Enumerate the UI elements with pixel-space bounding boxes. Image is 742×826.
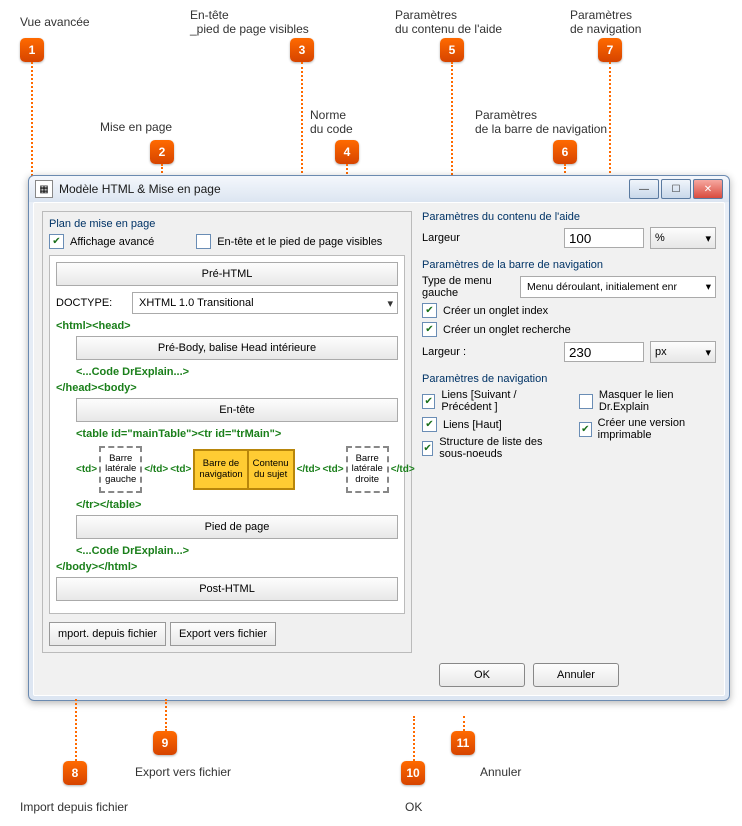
callout-badge-3: 3	[290, 38, 314, 62]
layout-preview: Pré-HTML DOCTYPE: XHTML 1.0 Transitional…	[49, 255, 405, 614]
callout-label: Paramètres du contenu de l'aide	[395, 8, 502, 36]
links-next-prev-label: Liens [Suivant / Précédent ]	[441, 389, 559, 413]
code-tag: </body></html>	[56, 561, 398, 573]
doctype-select[interactable]: XHTML 1.0 Transitional	[132, 292, 398, 314]
callout-badge-2: 2	[150, 140, 174, 164]
navbar-title: Paramètres de la barre de navigation	[422, 259, 716, 271]
table-layout-row: <td> Barre latérale gauche </td> <td> Ba…	[76, 446, 398, 493]
code-tag: <html><head>	[56, 320, 398, 332]
callout-badge-7: 7	[598, 38, 622, 62]
td-tag: </td>	[144, 464, 168, 475]
code-tag: <...Code DrExplain...>	[76, 545, 398, 557]
callout-label: Export vers fichier	[135, 765, 231, 779]
code-tag: </head><body>	[56, 382, 398, 394]
td-tag: <td>	[76, 464, 97, 475]
menu-type-select[interactable]: Menu déroulant, initialement enr	[520, 276, 716, 298]
hide-drexplain-label: Masquer le lien Dr.Explain	[599, 389, 716, 413]
help-width-unit[interactable]: %▾	[650, 227, 716, 249]
code-tag: <...Code DrExplain...>	[76, 366, 398, 378]
links-top-label: Liens [Haut]	[443, 419, 502, 431]
header-footer-label: En-tête et le pied de page visibles	[217, 236, 382, 248]
create-index-checkbox[interactable]: ✔	[422, 303, 437, 318]
create-search-label: Créer un onglet recherche	[443, 324, 571, 336]
hide-drexplain-checkbox[interactable]	[579, 394, 593, 409]
code-tag: <table id="mainTable"><tr id="trMain">	[76, 428, 398, 440]
app-icon: ▦	[35, 180, 53, 198]
navbar-width-label: Largeur :	[422, 346, 564, 358]
links-next-prev-checkbox[interactable]: ✔	[422, 394, 435, 409]
settings-panel: Paramètres du contenu de l'aide Largeur …	[422, 211, 716, 653]
code-tag: </tr></table>	[76, 499, 398, 511]
create-index-label: Créer un onglet index	[443, 305, 548, 317]
cancel-button[interactable]: Annuler	[533, 663, 619, 687]
td-tag: <td>	[170, 464, 191, 475]
td-tag: </td>	[297, 464, 321, 475]
callout-badge-4: 4	[335, 140, 359, 164]
callout-label: OK	[405, 800, 422, 814]
navbar-width-unit[interactable]: px▾	[650, 341, 716, 363]
callout-label: Import depuis fichier	[20, 800, 128, 814]
menu-type-label: Type de menu gauche	[422, 275, 520, 299]
header-button[interactable]: En-tête	[76, 398, 398, 422]
advanced-label: Affichage avancé	[70, 236, 154, 248]
callout-badge-10: 10	[401, 761, 425, 785]
callout-badge-6: 6	[553, 140, 577, 164]
advanced-checkbox[interactable]: ✔	[49, 234, 64, 249]
td-tag: </td>	[391, 464, 415, 475]
titlebar[interactable]: ▦ Modèle HTML & Mise en page — ☐ ✕	[29, 176, 729, 202]
right-sidebar-box[interactable]: Barre latérale droite	[346, 446, 389, 493]
content-box[interactable]: Contenu du sujet	[248, 450, 294, 489]
callout-label: Norme du code	[310, 108, 353, 136]
td-tag: <td>	[322, 464, 343, 475]
callout-line	[413, 716, 415, 761]
subnodes-checkbox[interactable]: ✔	[422, 441, 433, 456]
navbar-box[interactable]: Barre de navigation	[194, 450, 247, 489]
layout-panel: Plan de mise en page ✔ Affichage avancé …	[42, 211, 412, 653]
section-title: Plan de mise en page	[49, 218, 405, 230]
callout-badge-9: 9	[153, 731, 177, 755]
printable-label: Créer une version imprimable	[598, 417, 716, 441]
callout-label: Paramètres de navigation	[570, 8, 641, 36]
callout-badge-11: 11	[451, 731, 475, 755]
links-top-checkbox[interactable]: ✔	[422, 417, 437, 432]
header-footer-checkbox[interactable]	[196, 234, 211, 249]
import-button[interactable]: mport. depuis fichier	[49, 622, 166, 646]
doctype-label: DOCTYPE:	[56, 297, 126, 309]
export-button[interactable]: Export vers fichier	[170, 622, 276, 646]
footer-button[interactable]: Pied de page	[76, 515, 398, 539]
help-width-input[interactable]	[564, 228, 644, 248]
printable-checkbox[interactable]: ✔	[579, 422, 592, 437]
callout-label: Annuler	[480, 765, 521, 779]
left-sidebar-box[interactable]: Barre latérale gauche	[99, 446, 142, 493]
callout-badge-8: 8	[63, 761, 87, 785]
callout-label: Mise en page	[100, 120, 172, 134]
pre-body-button[interactable]: Pré-Body, balise Head intérieure	[76, 336, 398, 360]
ok-button[interactable]: OK	[439, 663, 525, 687]
create-search-checkbox[interactable]: ✔	[422, 322, 437, 337]
nav-params-title: Paramètres de navigation	[422, 373, 716, 385]
callout-badge-1: 1	[20, 38, 44, 62]
window-title: Modèle HTML & Mise en page	[59, 182, 629, 196]
callout-label: En-tête _pied de page visibles	[190, 8, 309, 36]
navbar-width-input[interactable]	[564, 342, 644, 362]
callout-label: Vue avancée	[20, 15, 90, 29]
callout-badge-5: 5	[440, 38, 464, 62]
callout-line	[75, 699, 77, 761]
pre-html-button[interactable]: Pré-HTML	[56, 262, 398, 286]
width-label: Largeur	[422, 232, 564, 244]
subnodes-label: Structure de liste des sous-noeuds	[439, 436, 559, 460]
dialog-window: ▦ Modèle HTML & Mise en page — ☐ ✕ Plan …	[28, 175, 730, 701]
maximize-button[interactable]: ☐	[661, 179, 691, 199]
callout-label: Paramètres de la barre de navigation	[475, 108, 607, 136]
minimize-button[interactable]: —	[629, 179, 659, 199]
help-content-title: Paramètres du contenu de l'aide	[422, 211, 716, 223]
close-button[interactable]: ✕	[693, 179, 723, 199]
post-html-button[interactable]: Post-HTML	[56, 577, 398, 601]
callout-line	[165, 699, 167, 731]
callout-line	[463, 716, 465, 731]
